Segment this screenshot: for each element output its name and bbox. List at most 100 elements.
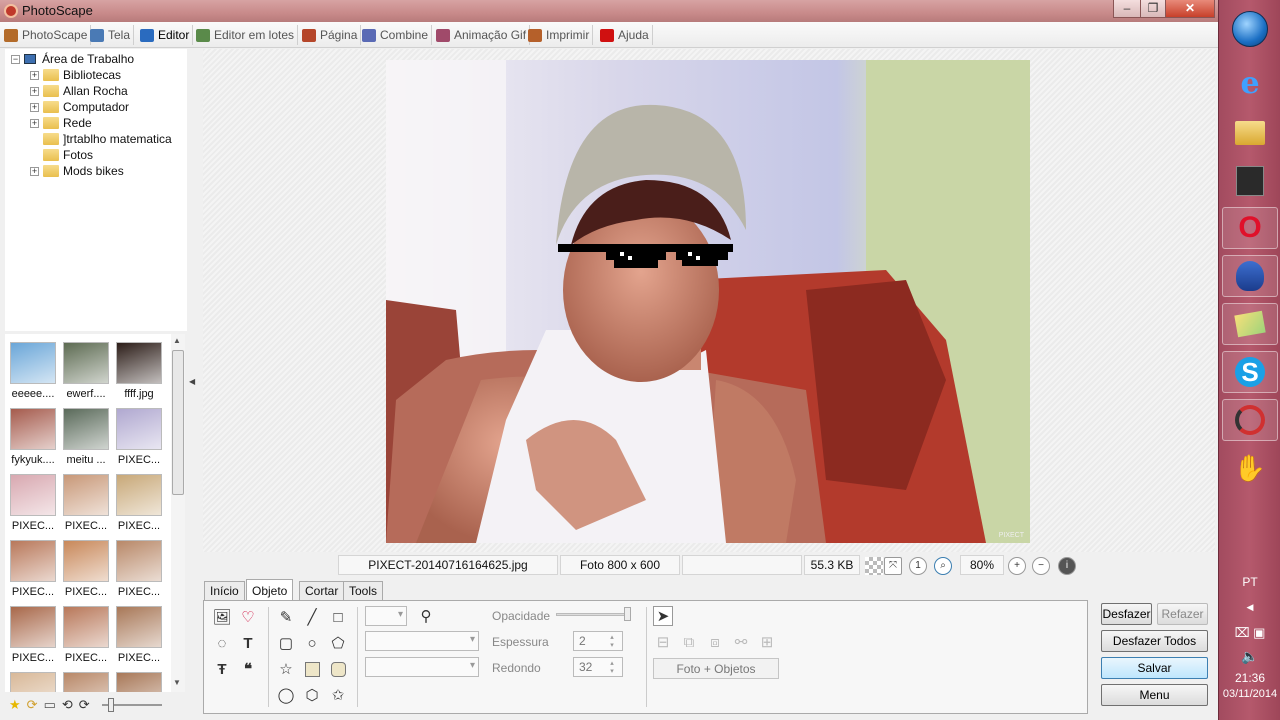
thumbnail-item[interactable]: PIXEC... bbox=[61, 606, 111, 670]
thumbnail-item[interactable]: PIXEC... bbox=[8, 606, 58, 670]
thumbnail-item[interactable] bbox=[114, 672, 164, 692]
fit-zoom-icon[interactable]: ⌕ bbox=[934, 557, 952, 575]
thumbnail-item[interactable]: eeeee.... bbox=[8, 342, 58, 406]
redo-button[interactable]: Refazer bbox=[1157, 603, 1208, 625]
circle-icon[interactable]: ○ bbox=[302, 633, 322, 653]
minimize-button[interactable]: – bbox=[1113, 0, 1141, 18]
align-object-icon[interactable]: ⊞ bbox=[757, 632, 777, 652]
panel-splitter[interactable]: ◀ bbox=[187, 49, 199, 692]
photo-objects-button[interactable]: Foto + Objetos bbox=[653, 658, 779, 679]
thumbnail-scrollbar[interactable]: ▲ ▼ bbox=[171, 334, 185, 692]
clock-date[interactable]: 03/11/2014 bbox=[1219, 688, 1280, 700]
save-button[interactable]: Salvar bbox=[1101, 657, 1208, 679]
thumbnail-item[interactable]: PIXEC... bbox=[61, 474, 111, 538]
icon-stamp-icon[interactable]: ♡ bbox=[238, 607, 258, 627]
collapse-icon[interactable]: − bbox=[11, 54, 20, 64]
zoom-in-icon[interactable]: + bbox=[1008, 557, 1026, 575]
filled-rectangle-icon[interactable] bbox=[302, 659, 322, 679]
thumbnail-item[interactable]: PIXEC... bbox=[114, 540, 164, 604]
round-spinner[interactable]: 32 bbox=[573, 657, 623, 677]
select-pointer-icon[interactable]: ➤ bbox=[653, 606, 673, 626]
undo-all-button[interactable]: Desfazer Todos bbox=[1101, 630, 1208, 652]
thumbnail-item[interactable]: fykyuk.... bbox=[8, 408, 58, 472]
eyedropper-icon[interactable]: ⚲ bbox=[416, 606, 436, 626]
tab-2[interactable]: Cortar bbox=[299, 581, 345, 600]
menu-tab-7[interactable]: Imprimir bbox=[526, 25, 594, 45]
filled-rounded-rectangle-icon[interactable] bbox=[328, 659, 348, 679]
clock-time[interactable]: 21:36 bbox=[1219, 671, 1280, 685]
pentagon-icon[interactable]: ⬠ bbox=[328, 633, 348, 653]
tree-item[interactable]: +]trtablho matematica bbox=[30, 131, 172, 147]
thumbnail-item[interactable]: PIXEC... bbox=[114, 408, 164, 472]
tray-expand-icon[interactable]: ◀ bbox=[1219, 602, 1280, 613]
tree-root[interactable]: − Área de Trabalho bbox=[11, 51, 134, 67]
quote-icon[interactable]: ❝ bbox=[238, 659, 258, 679]
expand-icon[interactable]: + bbox=[30, 118, 39, 128]
file-explorer-icon[interactable] bbox=[1222, 112, 1278, 154]
hexagon-icon[interactable]: ⬡ bbox=[302, 685, 322, 705]
thumbnail-item[interactable]: ffff.jpg bbox=[114, 342, 164, 406]
thumbnail-item[interactable]: PIXEC... bbox=[114, 474, 164, 538]
rectangle-icon[interactable]: □ bbox=[328, 607, 348, 627]
scroll-up-icon[interactable]: ▲ bbox=[173, 336, 181, 345]
actual-size-icon[interactable]: 1 bbox=[909, 557, 927, 575]
group-object-icon[interactable]: ⚯ bbox=[731, 632, 751, 652]
network-icon[interactable]: ⌧ ▣ bbox=[1219, 625, 1280, 641]
undo-button[interactable]: Desfazer bbox=[1101, 603, 1152, 625]
slider-thumb[interactable] bbox=[107, 698, 114, 712]
info-icon[interactable]: i bbox=[1058, 557, 1076, 575]
close-button[interactable]: ✕ bbox=[1165, 0, 1215, 18]
text-icon[interactable]: T bbox=[238, 633, 258, 653]
fill-style-dropdown[interactable] bbox=[365, 657, 479, 677]
freehand-line-icon[interactable]: ✎ bbox=[276, 607, 296, 627]
menu-tab-5[interactable]: Combine bbox=[360, 25, 433, 45]
rotate-right-icon[interactable]: ⟳ bbox=[79, 697, 90, 713]
folder-tree[interactable]: − Área de Trabalho + Bibliotecas + Allan Ro… bbox=[5, 49, 187, 331]
thumbnail-size-slider[interactable] bbox=[101, 698, 162, 712]
expand-icon[interactable]: + bbox=[30, 70, 39, 80]
expand-icon[interactable]: + bbox=[30, 86, 39, 96]
scroll-down-icon[interactable]: ▼ bbox=[173, 678, 181, 687]
menu-tab-4[interactable]: Página bbox=[300, 25, 362, 45]
menu-tab-0[interactable]: PhotoScape bbox=[2, 25, 92, 45]
rotate-left-icon[interactable]: ⟲ bbox=[62, 697, 73, 713]
thumbnail-item[interactable]: PIXEC... bbox=[114, 606, 164, 670]
tree-item[interactable]: + Bibliotecas bbox=[30, 67, 121, 83]
line-style-dropdown[interactable] bbox=[365, 631, 479, 651]
line-icon[interactable]: ╱ bbox=[302, 607, 322, 627]
opacity-slider[interactable] bbox=[556, 607, 631, 621]
bring-front-icon[interactable]: ⧈ bbox=[705, 632, 725, 652]
internet-explorer-icon[interactable]: e bbox=[1222, 62, 1278, 104]
copy-object-icon[interactable]: ⧉ bbox=[679, 632, 699, 652]
menu-tab-1[interactable]: Tela bbox=[88, 25, 135, 45]
thumbnail-item[interactable]: ewerf.... bbox=[61, 342, 111, 406]
thumbnail-item[interactable]: PIXEC... bbox=[8, 474, 58, 538]
color-dropdown[interactable] bbox=[365, 606, 407, 626]
folder-open-icon[interactable]: ▭ bbox=[44, 697, 56, 713]
thumbnail-grid[interactable]: eeeee.... ewerf.... ffff.jpg fykyuk.... meit… bbox=[5, 334, 185, 692]
fit-window-icon[interactable]: ⤧ bbox=[884, 557, 902, 575]
tree-item[interactable]: + Computador bbox=[30, 99, 129, 115]
tree-item[interactable]: +Fotos bbox=[30, 147, 93, 163]
menu-tab-6[interactable]: Animação Gif bbox=[434, 25, 531, 45]
edited-photo[interactable]: PIXECT bbox=[386, 60, 1030, 543]
ellipse-icon[interactable]: ◯ bbox=[276, 685, 296, 705]
tree-item[interactable]: + Mods bikes bbox=[30, 163, 124, 179]
menu-tab-3[interactable]: Editor em lotes bbox=[194, 25, 299, 45]
skype-icon[interactable]: S bbox=[1222, 351, 1278, 393]
scroll-thumb[interactable] bbox=[172, 350, 184, 495]
thumbnail-item[interactable]: PIXEC... bbox=[8, 540, 58, 604]
refresh-icon[interactable]: ⟳ bbox=[27, 697, 38, 713]
expand-icon[interactable]: + bbox=[30, 102, 39, 112]
user-app-icon[interactable] bbox=[1222, 160, 1278, 202]
speech-balloon-icon[interactable]: ◌ bbox=[212, 633, 232, 653]
media-player-icon[interactable]: ✋ bbox=[1222, 447, 1278, 489]
tab-1[interactable]: Objeto bbox=[246, 579, 294, 601]
rounded-rectangle-icon[interactable]: ▢ bbox=[276, 633, 296, 653]
tab-0[interactable]: Início bbox=[204, 581, 245, 600]
menu-tab-2[interactable]: Editor bbox=[138, 25, 194, 45]
tree-item[interactable]: + Rede bbox=[30, 115, 92, 131]
photoscape-taskbar-icon[interactable] bbox=[1222, 399, 1278, 441]
zoom-out-icon[interactable]: − bbox=[1032, 557, 1050, 575]
language-indicator[interactable]: PT bbox=[1219, 575, 1280, 589]
